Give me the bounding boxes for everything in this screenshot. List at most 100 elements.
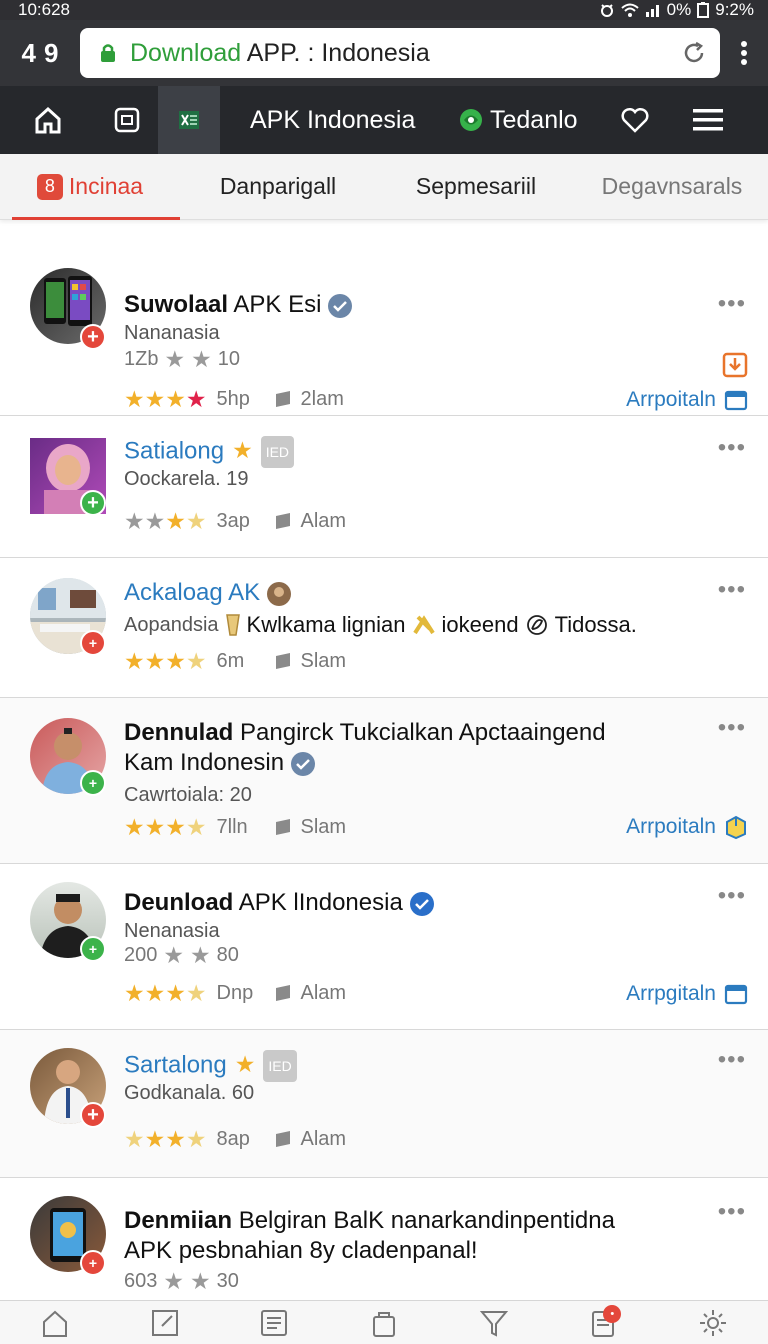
item-action-link[interactable]: Arrpgitaln (626, 982, 748, 1006)
add-badge-icon[interactable]: + (80, 490, 106, 516)
list-item[interactable]: + Suwolaal APK Esi Nananasia 1Zb ★ ★ 10 ★… (0, 242, 768, 416)
flag-icon (275, 512, 290, 531)
item-title[interactable]: Satialong ★ IED (124, 436, 658, 468)
tab-incinaa[interactable]: 8 Incinaa (0, 154, 180, 220)
url-text[interactable]: Download APP. : Indonesia (130, 39, 682, 68)
star-icon: ★ (144, 648, 166, 674)
url-path: APP. : Indonesia (241, 38, 430, 67)
tab-danparigall[interactable]: Danparigall (180, 154, 376, 220)
item-more-button[interactable]: ••• (718, 714, 746, 742)
home-nav-button[interactable] (0, 86, 96, 154)
tab-label: Degavnsarals (601, 173, 743, 199)
status-icons: 0% 9:2% (599, 0, 754, 20)
wifi-icon (621, 3, 639, 17)
site-navbar: APK Indonesia Tedanlo (0, 86, 768, 154)
item-tag: Alam (300, 982, 347, 1004)
brand-link[interactable]: Tedanlo (458, 106, 598, 135)
lock-icon (101, 44, 115, 62)
bottom-navigation: • (0, 1300, 768, 1344)
battery-icon (697, 2, 710, 18)
battery-percent: 0% (666, 0, 692, 19)
bottom-filter-button[interactable] (474, 1303, 514, 1343)
star-icon: ★ (191, 346, 212, 372)
add-badge-icon[interactable]: + (80, 630, 106, 656)
item-rating: ★ ★ ★ ★ 7lln Slam (124, 816, 346, 839)
home-icon (35, 106, 61, 134)
reload-icon[interactable] (682, 41, 706, 65)
alarm-icon (600, 4, 613, 17)
site-title[interactable]: APK Indonesia (250, 106, 446, 135)
gear-icon (700, 1309, 727, 1336)
item-title[interactable]: Ackaloag AK (124, 578, 658, 608)
address-bar[interactable]: Download APP. : Indonesia (80, 28, 720, 78)
item-action-link[interactable]: Arrpoitaln (626, 388, 748, 412)
star-icon: ★ (124, 508, 145, 534)
meta-count: 200 (124, 944, 158, 966)
item-title[interactable]: Deunload APK lIndonesia (124, 888, 658, 918)
apps-nav-button[interactable] (96, 86, 158, 154)
list-item[interactable]: + Sartalong ★ IED Godkanala. 60 ★ ★ ★ ★ 8ap A… (0, 1030, 768, 1178)
brand-label: Tedanlo (490, 105, 578, 134)
item-action-link[interactable]: Arrpoitaln (626, 814, 748, 840)
heart-icon (621, 107, 649, 133)
spreadsheet-icon (179, 111, 199, 129)
list-item[interactable]: + Ackaloag AK Aopandsia Kwlkama lignian … (0, 558, 768, 698)
item-chip: IED (263, 1050, 297, 1082)
bottom-home-button[interactable] (35, 1303, 75, 1343)
meta-value: 30 (216, 1270, 239, 1292)
bottom-settings-button[interactable] (693, 1303, 733, 1343)
bottom-bag-button[interactable] (364, 1303, 404, 1343)
item-more-button[interactable]: ••• (718, 1198, 746, 1226)
item-tag: 2lam (300, 388, 344, 410)
star-icon: ★ (185, 814, 207, 840)
item-title[interactable]: Sartalong ★ IED (124, 1050, 658, 1082)
tab-sepmesariil[interactable]: Sepmesariil (376, 154, 576, 220)
item-subtitle: Nananasia (124, 322, 220, 344)
avatar-badge-icon (267, 581, 292, 606)
action-label: Arrpgitaln (626, 982, 716, 1005)
flag-icon (275, 1130, 290, 1149)
bottom-notifications-button[interactable]: • (583, 1303, 623, 1343)
item-more-button[interactable]: ••• (718, 576, 746, 604)
tab-switcher-button[interactable]: 4 9 (0, 38, 80, 69)
leaf-icon (526, 615, 547, 635)
item-title[interactable]: Suwolaal APK Esi (124, 290, 658, 320)
star-icon: ★ (144, 1126, 166, 1152)
list-item[interactable]: + Dennulad Pangirck Tukcialkan Apctaaing… (0, 698, 768, 864)
tab-degavnsarals[interactable]: Degavnsarals (576, 154, 768, 220)
add-badge-icon[interactable]: + (80, 1102, 106, 1128)
add-badge-icon[interactable]: + (80, 770, 106, 796)
star-icon: ★ (185, 508, 207, 534)
featured-star-icon: ★ (234, 1051, 256, 1078)
action-label: Arrpoitaln (626, 388, 716, 411)
item-more-button[interactable]: ••• (718, 882, 746, 910)
add-badge-icon[interactable]: + (80, 1250, 106, 1276)
star-icon: ★ (144, 814, 166, 840)
item-more-button[interactable]: ••• (718, 1046, 746, 1074)
star-icon: ★ (190, 942, 211, 968)
list-item[interactable]: + Satialong ★ IED Oockarela. 19 ★ ★ ★ ★ 3ap A… (0, 416, 768, 558)
list-item[interactable]: + Deunload APK lIndonesia Nenanasia 200 … (0, 864, 768, 1030)
item-length: 5hp (216, 388, 250, 410)
browser-menu-button[interactable] (720, 40, 768, 66)
action-label: Arrpoitaln (626, 815, 716, 838)
excel-nav-button[interactable] (158, 86, 220, 154)
bottom-list-button[interactable] (254, 1303, 294, 1343)
item-more-button[interactable]: ••• (718, 290, 746, 318)
item-title[interactable]: Dennulad Pangirck Tukcialkan Apctaaingen… (124, 718, 658, 778)
item-subtitle: Nenanasia (124, 920, 220, 942)
favorites-button[interactable] (604, 86, 666, 154)
more-vertical-icon (741, 41, 747, 65)
bottom-edit-button[interactable] (145, 1303, 185, 1343)
add-badge-icon[interactable]: + (80, 936, 106, 962)
add-badge-icon[interactable]: + (80, 324, 106, 350)
item-title[interactable]: Denmiian Belgiran BalK nanarkandinpentid… (124, 1206, 658, 1266)
home-icon (42, 1310, 67, 1337)
item-length: 8ap (216, 1128, 250, 1150)
menu-button[interactable] (666, 86, 750, 154)
item-more-button[interactable]: ••• (718, 434, 746, 462)
status-bar: 10:628 0% 9:2% (0, 0, 768, 20)
app-box-icon (114, 107, 140, 133)
download-box-icon[interactable] (722, 350, 748, 378)
list-item[interactable]: + Denmiian Belgiran BalK nanarkandinpent… (0, 1178, 768, 1302)
